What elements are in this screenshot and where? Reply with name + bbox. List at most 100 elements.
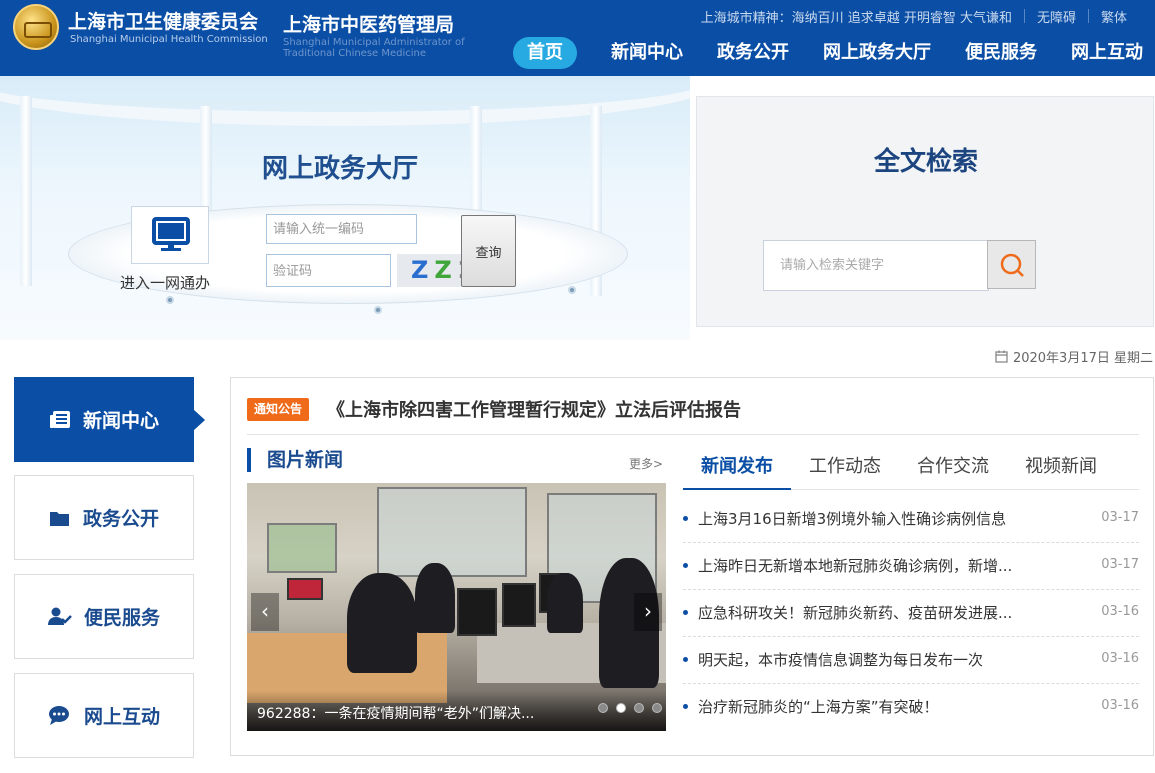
calendar-icon	[995, 350, 1008, 363]
site-header: 上海市卫生健康委员会 Shanghai Municipal Health Com…	[0, 0, 1155, 76]
side-menu-public-services[interactable]: 便民服务	[14, 574, 194, 659]
online-hall-banner	[0, 76, 690, 340]
banner-decoration	[0, 76, 690, 126]
city-spirit-text: 上海城市精神：海纳百川 追求卓越 开明睿智 大气谦和	[700, 11, 1012, 26]
list-item[interactable]: 应急科研攻关！新冠肺炎新药、疫苗研发进展... 03-16	[683, 590, 1139, 637]
list-item[interactable]: 明天起，本市疫情信息调整为每日发布一次 03-16	[683, 637, 1139, 684]
news-title[interactable]: 应急科研攻关！新冠肺炎新药、疫苗研发进展...	[698, 602, 1038, 623]
query-button[interactable]: 查询	[461, 215, 516, 287]
more-link[interactable]: 更多>	[629, 455, 663, 472]
user-check-icon	[47, 607, 72, 625]
notice-title-link[interactable]: 《上海市除四害工作管理暂行规定》立法后评估报告	[327, 396, 741, 422]
news-date: 03-17	[1101, 510, 1139, 525]
side-menu-label: 政务公开	[82, 508, 159, 530]
side-menu-label: 新闻中心	[82, 410, 159, 432]
photo-caption[interactable]: 962288：一条在疫情期间帮“老外”们解决...	[257, 703, 534, 723]
main-nav: 首页 新闻中心 政务公开 网上政务大厅 便民服务 网上互动	[513, 37, 1143, 69]
carousel-prev-icon[interactable]: ‹	[251, 593, 279, 631]
one-net-entry-label[interactable]: 进入一网通办	[120, 272, 210, 293]
carousel-dot-active[interactable]	[616, 703, 626, 713]
nav-home[interactable]: 首页	[513, 37, 577, 69]
news-date: 03-16	[1101, 604, 1139, 619]
news-tabs: 新闻发布 工作动态 合作交流 视频新闻	[683, 444, 1139, 490]
tab-cooperation[interactable]: 合作交流	[899, 444, 1007, 490]
chat-icon	[48, 705, 69, 725]
carousel-dots	[598, 703, 662, 713]
list-item[interactable]: 上海3月16日新增3例境外输入性确诊病例信息 03-17	[683, 496, 1139, 543]
unified-code-input[interactable]: 请输入统一编码	[266, 214, 417, 244]
bullet-icon	[683, 563, 688, 568]
traditional-chinese-link[interactable]: 繁体	[1089, 7, 1139, 26]
search-input[interactable]: 请输入检索关键字	[763, 240, 989, 291]
side-menu-news-center[interactable]: 新闻中心	[14, 377, 205, 462]
photo-scenery	[415, 563, 455, 633]
captcha-image[interactable]: ZZ2	[397, 254, 461, 287]
top-links: 上海城市精神：海纳百川 追求卓越 开明睿智 大气谦和 无障碍 繁体	[689, 7, 1139, 26]
current-date: 2020年3月17日 星期二	[995, 347, 1153, 366]
emblem-logo[interactable]	[13, 4, 59, 50]
side-menu-government-affairs[interactable]: 政务公开	[14, 475, 194, 560]
banner-pillar	[20, 96, 32, 286]
news-title[interactable]: 上海3月16日新增3例境外输入性确诊病例信息	[698, 508, 1038, 529]
list-item[interactable]: 上海昨日无新增本地新冠肺炎确诊病例，新增... 03-17	[683, 543, 1139, 590]
banner-dot	[374, 306, 382, 314]
banner-dot	[166, 296, 174, 304]
bullet-icon	[683, 610, 688, 615]
search-icon	[1000, 253, 1024, 277]
org-name-health-commission[interactable]: 上海市卫生健康委员会	[68, 7, 258, 34]
divider	[247, 434, 1139, 435]
photo-news-heading: 图片新闻	[247, 448, 343, 472]
photo-scenery	[267, 523, 337, 573]
news-title[interactable]: 明天起，本市疫情信息调整为每日发布一次	[698, 649, 1038, 670]
photo-news-carousel[interactable]: 962288：一条在疫情期间帮“老外”们解决... ‹ ›	[247, 483, 666, 731]
nav-online-hall[interactable]: 网上政务大厅	[823, 37, 931, 69]
org-name-tcm-admin-en: Shanghai Municipal Administrator of Trad…	[283, 37, 465, 59]
bullet-icon	[683, 657, 688, 662]
nav-news-center[interactable]: 新闻中心	[611, 37, 683, 69]
news-title[interactable]: 上海昨日无新增本地新冠肺炎确诊病例，新增...	[698, 555, 1038, 576]
photo-scenery	[502, 583, 536, 627]
date-text: 2020年3月17日 星期二	[1012, 351, 1153, 366]
captcha-char: Z	[434, 256, 458, 284]
side-menu-online-interaction[interactable]: 网上互动	[14, 673, 194, 758]
fulltext-search-panel: 全文检索 请输入检索关键字	[696, 96, 1154, 327]
list-item[interactable]: 治疗新冠肺炎的“上海方案”有突破！ 03-16	[683, 684, 1139, 731]
org-name-health-commission-en: Shanghai Municipal Health Commission	[70, 34, 268, 45]
banner-dot	[568, 286, 576, 294]
news-date: 03-16	[1101, 698, 1139, 713]
online-hall-title: 网上政务大厅	[262, 154, 419, 184]
nav-public-services[interactable]: 便民服务	[965, 37, 1037, 69]
one-net-entry-button[interactable]	[131, 206, 209, 264]
carousel-dot[interactable]	[652, 703, 662, 713]
news-date: 03-16	[1101, 651, 1139, 666]
photo-scenery	[547, 573, 583, 633]
captcha-char: Z	[411, 256, 435, 284]
search-button[interactable]	[987, 240, 1036, 289]
org-name-tcm-admin[interactable]: 上海市中医药管理局	[283, 10, 454, 37]
computer-icon	[152, 217, 190, 251]
carousel-dot[interactable]	[598, 703, 608, 713]
side-menu-label: 网上互动	[83, 706, 160, 728]
search-title: 全文检索	[873, 147, 978, 177]
tab-work-updates[interactable]: 工作动态	[791, 444, 899, 490]
carousel-next-icon[interactable]: ›	[634, 593, 662, 631]
news-title[interactable]: 治疗新冠肺炎的“上海方案”有突破！	[698, 696, 1038, 717]
captcha-input[interactable]: 验证码	[266, 254, 391, 287]
notice-badge: 通知公告	[247, 398, 310, 421]
news-icon	[49, 410, 70, 428]
main-content-panel: 通知公告 《上海市除四害工作管理暂行规定》立法后评估报告 图片新闻 更多> 96…	[230, 377, 1154, 756]
carousel-dot[interactable]	[634, 703, 644, 713]
accessibility-link[interactable]: 无障碍	[1025, 7, 1088, 26]
photo-scenery	[287, 578, 323, 600]
nav-online-interaction[interactable]: 网上互动	[1071, 37, 1143, 69]
photo-scenery	[377, 487, 527, 577]
folder-icon	[49, 511, 69, 526]
photo-scenery	[347, 573, 417, 673]
news-date: 03-17	[1101, 557, 1139, 572]
side-menu-label: 便民服务	[83, 607, 160, 629]
news-list: 上海3月16日新增3例境外输入性确诊病例信息 03-17 上海昨日无新增本地新冠…	[683, 496, 1139, 731]
tab-news-release[interactable]: 新闻发布	[683, 444, 791, 490]
bullet-icon	[683, 516, 688, 521]
tab-video-news[interactable]: 视频新闻	[1007, 444, 1115, 490]
nav-government-affairs[interactable]: 政务公开	[717, 37, 789, 69]
